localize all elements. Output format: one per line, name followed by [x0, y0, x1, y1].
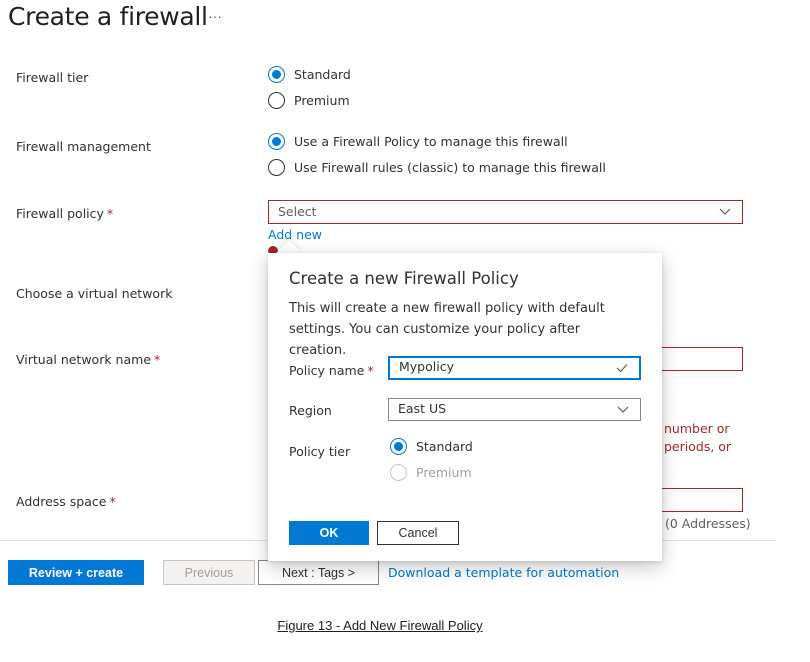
label-text: Policy name	[289, 363, 365, 378]
required-mark: *	[109, 494, 116, 509]
use-classic-rules-radio[interactable]: Use Firewall rules (classic) to manage t…	[268, 159, 606, 176]
create-policy-dialog: Create a new Firewall Policy This will c…	[268, 253, 662, 561]
required-mark: *	[367, 363, 374, 378]
address-space-label: Address space *	[16, 494, 116, 509]
address-count: (0 Addresses)	[665, 516, 751, 531]
radio-unselected-icon	[268, 92, 285, 109]
label-text: Firewall policy	[16, 206, 104, 221]
dropdown-placeholder: Select	[278, 204, 317, 219]
cancel-button[interactable]: Cancel	[377, 521, 459, 545]
policy-name-input[interactable]: Mypolicy	[388, 356, 641, 380]
radio-label: Standard	[416, 439, 473, 454]
label-text: Virtual network name	[16, 352, 152, 367]
radio-label: Premium	[416, 465, 472, 480]
region-label: Region	[289, 403, 332, 418]
choose-virtual-network-label: Choose a virtual network	[16, 286, 173, 301]
dialog-description: This will create a new firewall policy w…	[289, 301, 605, 358]
firewall-tier-premium-radio[interactable]: Premium	[268, 92, 350, 109]
firewall-policy-label: Firewall policy *	[16, 206, 113, 221]
policy-tier-standard-radio[interactable]: Standard	[390, 438, 473, 455]
required-mark: *	[154, 352, 161, 367]
policy-tier-premium-radio[interactable]: Premium	[390, 464, 472, 481]
radio-disabled-icon	[390, 464, 407, 481]
use-firewall-policy-radio[interactable]: Use a Firewall Policy to manage this fir…	[268, 133, 568, 150]
page-title: Create a firewall	[8, 2, 208, 31]
radio-unselected-icon	[268, 159, 285, 176]
checkmark-icon	[616, 364, 628, 373]
radio-selected-icon	[268, 133, 285, 150]
download-template-link[interactable]: Download a template for automation	[388, 565, 619, 580]
dialog-title: Create a new Firewall Policy	[289, 269, 519, 288]
radio-label: Premium	[294, 93, 350, 108]
more-options-icon[interactable]: ···	[208, 8, 222, 24]
radio-label: Standard	[294, 67, 351, 82]
figure-caption: Figure 13 - Add New Firewall Policy	[277, 618, 483, 633]
required-mark: *	[106, 206, 114, 221]
radio-label: Use a Firewall Policy to manage this fir…	[294, 134, 568, 149]
validation-error-line-1: number or	[664, 421, 730, 436]
ok-button[interactable]: OK	[289, 521, 369, 545]
radio-selected-icon	[390, 438, 407, 455]
firewall-tier-label: Firewall tier	[16, 70, 89, 85]
policy-tier-label: Policy tier	[289, 444, 351, 459]
firewall-tier-standard-radio[interactable]: Standard	[268, 66, 351, 83]
chevron-down-icon	[617, 406, 629, 413]
policy-name-label: Policy name *	[289, 363, 374, 378]
firewall-management-label: Firewall management	[16, 139, 151, 154]
input-value: Mypolicy	[399, 359, 454, 374]
review-create-button[interactable]: Review + create	[8, 560, 144, 585]
validation-error-line-2: periods, or	[664, 439, 732, 454]
firewall-policy-dropdown[interactable]: Select	[268, 200, 743, 224]
chevron-down-icon	[719, 208, 731, 215]
radio-label: Use Firewall rules (classic) to manage t…	[294, 160, 606, 175]
add-new-policy-link[interactable]: Add new	[268, 227, 322, 242]
label-text: Address space	[16, 494, 107, 509]
previous-button[interactable]: Previous	[163, 560, 255, 585]
region-dropdown[interactable]: East US	[388, 398, 641, 421]
virtual-network-name-label: Virtual network name *	[16, 352, 160, 367]
radio-selected-icon	[268, 66, 285, 83]
next-tags-button[interactable]: Next : Tags >	[258, 560, 379, 585]
dropdown-value: East US	[398, 401, 447, 416]
